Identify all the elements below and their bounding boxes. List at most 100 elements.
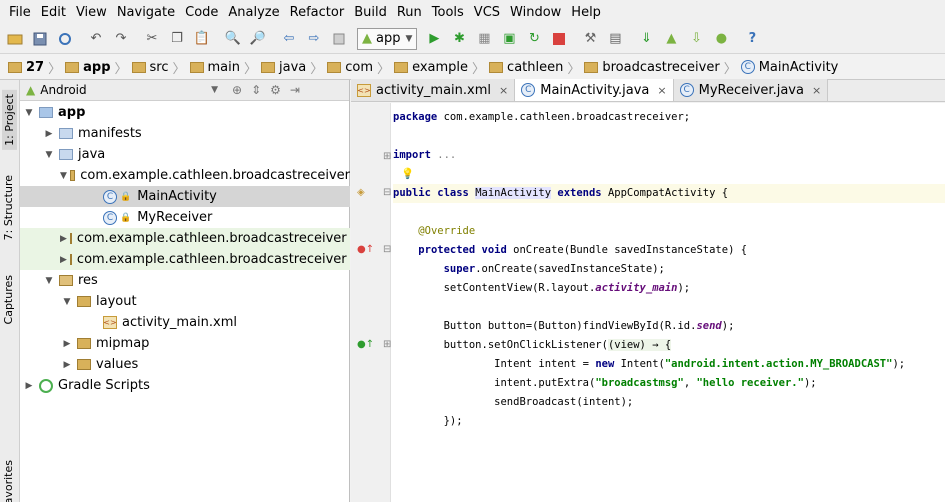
menu-file[interactable]: File	[4, 5, 36, 20]
gear-icon[interactable]: ⚙	[270, 83, 281, 97]
menu-edit[interactable]: Edit	[36, 5, 71, 20]
tree-item-package-androidtest[interactable]: ▶ com.example.cathleen.broadcastreceiver…	[20, 228, 350, 249]
crumb-cathleen[interactable]: cathleen	[485, 60, 567, 75]
gradle-sync-icon[interactable]: ⇓	[635, 28, 657, 50]
tree-item-res[interactable]: ▼ res	[20, 270, 350, 291]
menu-help[interactable]: Help	[566, 5, 606, 20]
chevron-down-icon[interactable]: ▼	[42, 150, 56, 160]
tree-item-package-test[interactable]: ▶ com.example.cathleen.broadcastreceiver…	[20, 249, 350, 270]
menu-vcs[interactable]: VCS	[469, 5, 505, 20]
crumb-main[interactable]: main	[186, 60, 244, 75]
fold-icon[interactable]: ⊞	[383, 151, 391, 162]
settings-icon[interactable]: ⚒	[579, 28, 601, 50]
crumb-project[interactable]: 27	[4, 60, 48, 75]
implements-icon[interactable]: ●↑	[357, 339, 374, 350]
save-icon[interactable]	[29, 28, 51, 50]
fold-icon[interactable]: ⊟	[383, 244, 391, 255]
locate-icon[interactable]: ⊕	[232, 83, 242, 97]
tree-item-manifests[interactable]: ▶ manifests	[20, 123, 350, 144]
tool-tab-project[interactable]: 1: Project	[2, 90, 17, 150]
back-icon[interactable]: ⇦	[278, 28, 300, 50]
undo-icon[interactable]: ↶	[85, 28, 107, 50]
hide-pane-icon[interactable]: ⇥	[290, 83, 300, 97]
chevron-right-icon[interactable]: ▶	[22, 381, 36, 391]
forward-icon[interactable]: ⇨	[303, 28, 325, 50]
attach-debugger-icon[interactable]: ▣	[498, 28, 520, 50]
stop-icon[interactable]	[548, 28, 570, 50]
fold-icon[interactable]: ⊞	[383, 339, 391, 350]
cut-icon[interactable]: ✂	[141, 28, 163, 50]
menu-build[interactable]: Build	[349, 5, 392, 20]
tree-item-gradle-scripts[interactable]: ▶ Gradle Scripts	[20, 375, 350, 396]
tree-item-layout[interactable]: ▼ layout	[20, 291, 350, 312]
help-icon[interactable]: ?	[741, 28, 763, 50]
menu-window[interactable]: Window	[505, 5, 566, 20]
code-area[interactable]: package com.example.cathleen.broadcastre…	[393, 103, 945, 502]
android-activity-icon[interactable]: ◈	[357, 187, 365, 198]
crumb-mainactivity[interactable]: C MainActivity	[737, 60, 843, 75]
chevron-right-icon[interactable]: ▶	[60, 255, 67, 265]
apply-changes-icon[interactable]: ↻	[523, 28, 545, 50]
menu-navigate[interactable]: Navigate	[112, 5, 180, 20]
collapse-all-icon[interactable]: ⇕	[251, 83, 261, 97]
find-icon[interactable]: 🔍	[222, 28, 244, 50]
menu-refactor[interactable]: Refactor	[285, 5, 350, 20]
replace-icon[interactable]: 🔎	[247, 28, 269, 50]
code-editor[interactable]: ⊞ ◈ ⊟ ●↑ ⊟ ●↑ ⊞ package com.example.cath…	[351, 103, 945, 502]
paste-icon[interactable]: 📋	[191, 28, 213, 50]
close-icon[interactable]: ×	[812, 84, 821, 97]
sync-icon[interactable]	[54, 28, 76, 50]
menu-run[interactable]: Run	[392, 5, 427, 20]
chevron-down-icon[interactable]: ▼	[22, 108, 36, 118]
tree-item-app[interactable]: ▼ app	[20, 102, 350, 123]
project-view-select[interactable]: ▲ Android ▼	[26, 83, 226, 97]
crumb-broadcastreceiver[interactable]: broadcastreceiver	[580, 60, 723, 75]
menu-view[interactable]: View	[71, 5, 112, 20]
sdk-manager-icon[interactable]: ⇩	[685, 28, 707, 50]
chevron-right-icon[interactable]: ▶	[42, 129, 56, 139]
chevron-down-icon[interactable]: ▼	[60, 297, 74, 307]
menu-analyze[interactable]: Analyze	[223, 5, 284, 20]
run-icon[interactable]: ▶	[423, 28, 445, 50]
menu-tools[interactable]: Tools	[427, 5, 469, 20]
chevron-down-icon[interactable]: ▼	[60, 171, 67, 181]
crumb-java[interactable]: java	[257, 60, 310, 75]
tool-tab-captures[interactable]: Captures	[2, 275, 15, 324]
tree-item-activity-main-xml[interactable]: <> activity_main.xml	[20, 312, 350, 333]
lightbulb-icon[interactable]: 💡	[401, 165, 945, 184]
close-icon[interactable]: ×	[657, 84, 666, 97]
chevron-right-icon[interactable]: ▶	[60, 339, 74, 349]
chevron-right-icon[interactable]: ▶	[60, 234, 67, 244]
run-config-select[interactable]: ▲ app ▼	[357, 27, 418, 50]
menu-code[interactable]: Code	[180, 5, 223, 20]
coverage-icon[interactable]: ▦	[473, 28, 495, 50]
tab-mainactivity-java[interactable]: C MainActivity.java ×	[515, 79, 674, 101]
tool-tab-favorites[interactable]: Favorites	[2, 460, 15, 502]
android-device-icon[interactable]: ●	[710, 28, 732, 50]
crumb-example[interactable]: example	[390, 60, 472, 75]
crumb-com[interactable]: com	[323, 60, 377, 75]
open-folder-icon[interactable]	[4, 28, 26, 50]
crumb-app[interactable]: app	[61, 60, 114, 75]
debug-icon[interactable]: ✱	[448, 28, 470, 50]
chevron-down-icon[interactable]: ▼	[42, 276, 56, 286]
build-icon[interactable]	[328, 28, 350, 50]
avd-manager-icon[interactable]: ▲	[660, 28, 682, 50]
tree-item-mainactivity[interactable]: C 🔒 MainActivity	[20, 186, 350, 207]
chevron-right-icon[interactable]: ▶	[60, 360, 74, 370]
copy-icon[interactable]: ❐	[166, 28, 188, 50]
tree-item-values[interactable]: ▶ values	[20, 354, 350, 375]
fold-icon[interactable]: ⊟	[383, 187, 391, 198]
tree-item-java[interactable]: ▼ java	[20, 144, 350, 165]
project-structure-icon[interactable]: ▤	[604, 28, 626, 50]
close-icon[interactable]: ×	[499, 84, 508, 97]
tree-item-package[interactable]: ▼ com.example.cathleen.broadcastreceiver	[20, 165, 350, 186]
redo-icon[interactable]: ↷	[110, 28, 132, 50]
tab-myreceiver-java[interactable]: C MyReceiver.java ×	[673, 79, 829, 101]
tab-activity-main-xml[interactable]: <> activity_main.xml ×	[351, 79, 516, 101]
tree-item-myreceiver[interactable]: C 🔒 MyReceiver	[20, 207, 350, 228]
crumb-src[interactable]: src	[128, 60, 173, 75]
tree-item-mipmap[interactable]: ▶ mipmap	[20, 333, 350, 354]
override-icon[interactable]: ●↑	[357, 244, 374, 255]
tool-tab-structure[interactable]: 7: Structure	[2, 175, 15, 240]
